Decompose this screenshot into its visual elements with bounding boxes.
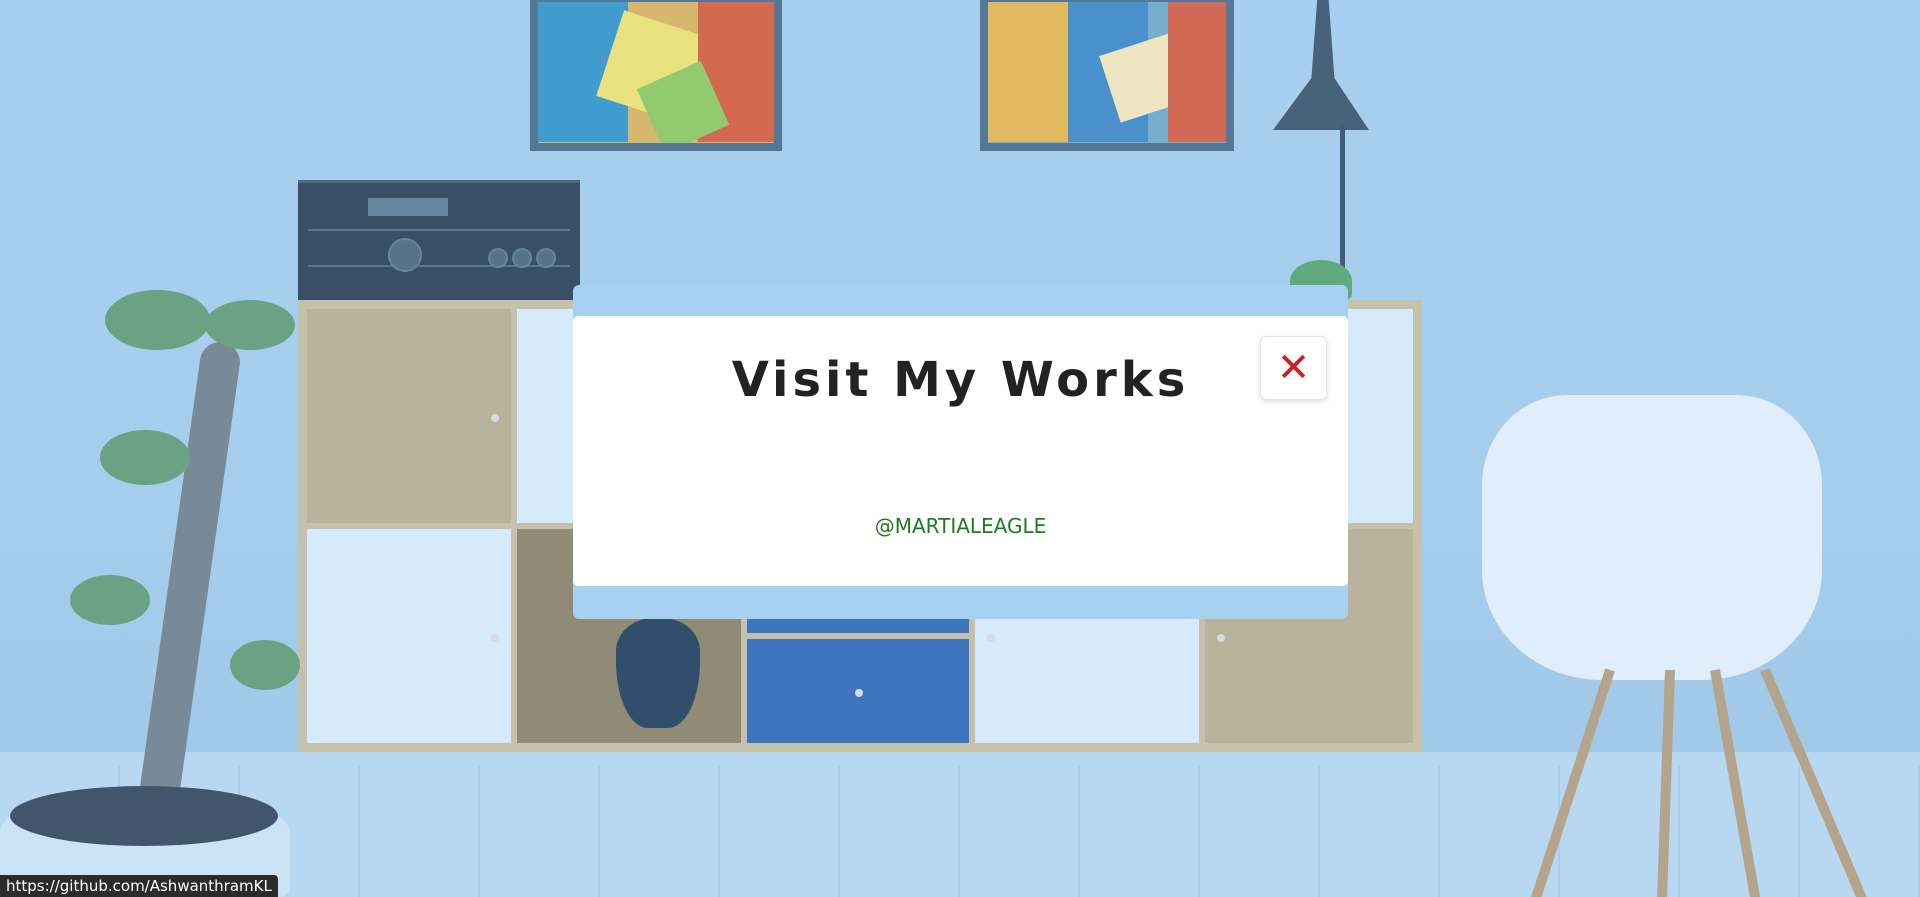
background-scene: Visit My Works ✕ @MARTIALEAGLE https://g… bbox=[0, 0, 1920, 897]
status-bar-url: https://github.com/AshwanthramKL bbox=[0, 875, 278, 897]
works-modal: Visit My Works ✕ @MARTIALEAGLE bbox=[573, 316, 1348, 586]
close-button[interactable]: ✕ bbox=[1260, 336, 1327, 400]
modal-title: Visit My Works bbox=[731, 352, 1190, 408]
close-icon: ✕ bbox=[1276, 345, 1311, 391]
profile-handle-link[interactable]: @MARTIALEAGLE bbox=[573, 514, 1348, 538]
